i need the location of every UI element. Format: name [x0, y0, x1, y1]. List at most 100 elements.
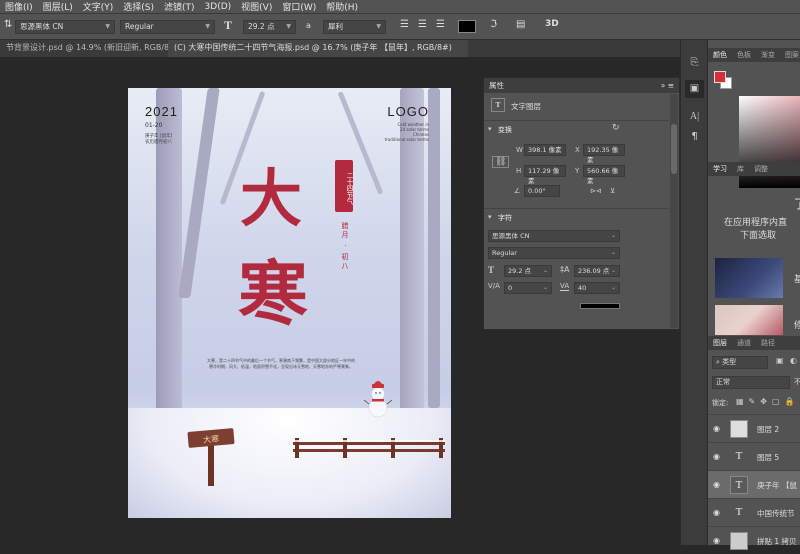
- tab-gradients[interactable]: 渐变: [756, 50, 780, 60]
- tab-layers[interactable]: 图层: [708, 338, 732, 348]
- tab-libraries[interactable]: 库: [732, 164, 749, 174]
- align-left-icon[interactable]: ☰: [400, 19, 409, 30]
- learn-panel-tabs: 学习 库 调整: [708, 162, 800, 176]
- poster-english-line: traditional solar terms: [384, 137, 429, 142]
- character-icon[interactable]: A|: [685, 108, 704, 126]
- chevron-down-icon: ▼: [105, 23, 110, 30]
- history-icon[interactable]: ⎘: [685, 54, 704, 72]
- menu-type[interactable]: 文字(Y): [78, 0, 119, 13]
- layer-row[interactable]: ◉ T 图层 5: [708, 442, 800, 470]
- font-style-select[interactable]: Regular ▼: [120, 20, 215, 34]
- font-family-select[interactable]: 思源黑体 CN ▼: [15, 20, 115, 34]
- poster-subtitle: 庚子年 [鼠年] 农历腊月初八: [145, 134, 172, 146]
- expand-chevron-icon[interactable]: ▾: [488, 125, 492, 133]
- flip-horizontal-icon[interactable]: ⊳⊲: [590, 187, 602, 195]
- properties-icon[interactable]: ▣: [685, 80, 704, 98]
- tab-document-1[interactable]: 节背景设计.psd @ 14.9% (新旧迎新, RGB/8) *: [0, 40, 168, 57]
- filter-image-icon[interactable]: ▣: [776, 356, 784, 365]
- menu-image[interactable]: 图像(I): [0, 0, 38, 13]
- character-style-select[interactable]: Regular ⌄: [488, 247, 620, 259]
- menu-select[interactable]: 选择(S): [118, 0, 159, 13]
- flip-vertical-icon[interactable]: ⊻: [610, 187, 615, 195]
- y-input[interactable]: 560.66 像素: [583, 165, 625, 185]
- chevron-down-icon: ▼: [286, 23, 291, 30]
- tutorial-label-2[interactable]: 修: [794, 318, 800, 331]
- expand-chevron-icon[interactable]: ▾: [488, 213, 492, 221]
- align-right-icon[interactable]: ☰: [436, 19, 445, 30]
- tab-document-2[interactable]: (C) 大寒中国传统二十四节气海报.psd @ 16.7% (庚子年 【鼠年】,…: [168, 40, 468, 57]
- color-panel-tabs: 颜色 色板 渐变 图案: [708, 48, 800, 62]
- tab-channels[interactable]: 通道: [732, 338, 756, 348]
- blend-mode-select[interactable]: 正常: [712, 376, 790, 389]
- character-font-select[interactable]: 思源黑体 CN ⌄: [488, 230, 620, 242]
- x-input[interactable]: 192.35 像素: [583, 144, 625, 164]
- menu-filter[interactable]: 滤镜(T): [159, 0, 200, 13]
- text-orientation-icon[interactable]: ⇅: [4, 19, 12, 30]
- poster-date: 01-20: [145, 122, 163, 129]
- menu-layer[interactable]: 图层(L): [38, 0, 78, 13]
- tab-label: (C) 大寒中国传统二十四节气海报.psd @ 16.7% (庚子年 【鼠年】,…: [174, 43, 452, 52]
- height-input[interactable]: 117.29 像素: [524, 165, 566, 185]
- lock-label: 锁定:: [712, 399, 729, 407]
- font-size-icon: T: [224, 18, 233, 32]
- layer-row[interactable]: ◉ T 中国传统节: [708, 498, 800, 526]
- transform-section: ▾ 变换 ↻ ⛓ W 398.1 像素 X 192.35 像素 H 117.29…: [484, 120, 669, 208]
- antialias-select[interactable]: 犀利 ▼: [323, 20, 386, 34]
- warp-text-icon[interactable]: ℑ: [490, 19, 497, 30]
- visibility-eye-icon[interactable]: ◉: [713, 480, 720, 489]
- visibility-eye-icon[interactable]: ◉: [713, 536, 720, 545]
- angle-input[interactable]: 0.00°: [524, 185, 560, 197]
- poster-canvas[interactable]: 2021 01-20 庚子年 [鼠年] 农历腊月初八 LOGO Cold wea…: [128, 88, 451, 518]
- chevron-down-icon: ⌄: [610, 284, 616, 291]
- visibility-eye-icon[interactable]: ◉: [713, 452, 720, 461]
- kerning-input[interactable]: 0 ⌄: [504, 282, 552, 294]
- paragraph-icon[interactable]: ¶: [685, 128, 704, 146]
- chevron-down-icon: ▼: [205, 23, 210, 30]
- character-panel-icon[interactable]: ▤: [516, 19, 525, 30]
- foreground-color-swatch[interactable]: [714, 71, 726, 83]
- tab-paths[interactable]: 路径: [756, 338, 780, 348]
- character-style-value: Regular: [492, 249, 517, 257]
- character-size-input[interactable]: 29.2 点 ⌄: [504, 265, 552, 277]
- tab-swatches[interactable]: 色板: [732, 50, 756, 60]
- filter-adjustment-icon[interactable]: ◐: [790, 356, 797, 365]
- tutorial-thumbnail-1[interactable]: [715, 258, 783, 298]
- layer-row[interactable]: ◉ 图层 2: [708, 414, 800, 442]
- tab-learn[interactable]: 学习: [708, 164, 732, 174]
- text-layer-icon: T: [491, 98, 505, 112]
- chevron-down-icon: ⌄: [610, 232, 616, 239]
- layer-kind-filter[interactable]: ⌕ 类型: [712, 356, 768, 369]
- lock-options-icons[interactable]: ▦✎✥▢🔒: [736, 397, 799, 406]
- leading-input[interactable]: 236.09 点 ⌄: [574, 265, 620, 277]
- panel-menu-icon[interactable]: » ≡: [661, 81, 674, 90]
- tracking-input[interactable]: 40 ⌄: [574, 282, 620, 294]
- reset-transform-icon[interactable]: ↻: [612, 123, 620, 133]
- text-color-swatch[interactable]: [458, 20, 476, 33]
- x-label: X: [575, 146, 580, 154]
- width-input[interactable]: 398.1 像素: [524, 144, 566, 156]
- menu-window[interactable]: 窗口(W): [277, 0, 321, 13]
- character-color-swatch[interactable]: [580, 303, 620, 309]
- tutorial-label-1[interactable]: 基: [794, 272, 800, 285]
- tracking-icon: VA: [560, 282, 570, 291]
- tutorial-thumbnail-2[interactable]: [715, 305, 783, 335]
- visibility-eye-icon[interactable]: ◉: [713, 508, 720, 517]
- scrollbar-thumb[interactable]: [671, 124, 677, 174]
- tab-patterns[interactable]: 图案: [780, 50, 800, 60]
- width-label: W: [516, 146, 523, 154]
- link-icon[interactable]: ⛓: [492, 156, 510, 168]
- 3d-icon[interactable]: 3D: [545, 19, 559, 29]
- menu-3d[interactable]: 3D(D): [200, 2, 237, 12]
- properties-scrollbar[interactable]: [670, 94, 678, 328]
- menu-help[interactable]: 帮助(H): [321, 0, 363, 13]
- layer-row[interactable]: ◉ 拼贴 1 拷贝: [708, 526, 800, 554]
- properties-header: 属性 » ≡: [484, 78, 679, 93]
- layer-row-selected[interactable]: ◉ T 庚子年 【鼠: [708, 470, 800, 498]
- visibility-eye-icon[interactable]: ◉: [713, 424, 720, 433]
- align-center-icon[interactable]: ☰: [418, 19, 427, 30]
- menu-view[interactable]: 视图(V): [236, 0, 277, 13]
- font-size-select[interactable]: 29.2 点 ▼: [243, 20, 296, 34]
- tab-color[interactable]: 颜色: [708, 50, 732, 60]
- tab-adjustments[interactable]: 调整: [749, 164, 773, 174]
- chevron-down-icon: ⌄: [542, 284, 548, 291]
